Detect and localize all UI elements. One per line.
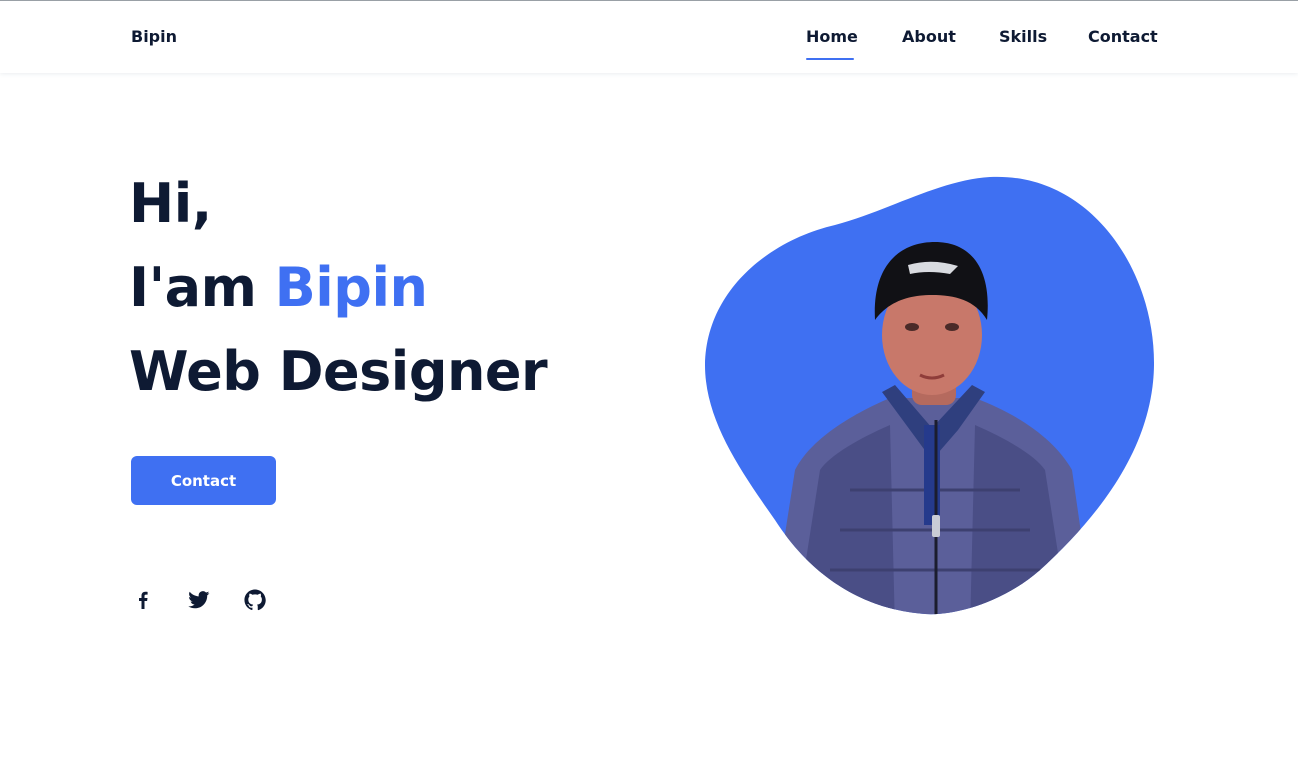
site-logo[interactable]: Bipin bbox=[131, 27, 177, 46]
nav-active-indicator bbox=[806, 58, 854, 60]
hero-intro: I'am Bipin bbox=[129, 256, 428, 319]
site-header: Bipin Home About Skills Contact bbox=[0, 1, 1298, 73]
github-icon[interactable] bbox=[243, 588, 267, 612]
nav-skills-link[interactable]: Skills bbox=[999, 27, 1047, 46]
nav-home-link[interactable]: Home bbox=[806, 27, 858, 46]
hero-greeting: Hi, bbox=[129, 172, 212, 235]
nav-about-link[interactable]: About bbox=[902, 27, 956, 46]
profile-blob bbox=[700, 170, 1160, 620]
contact-button[interactable]: Contact bbox=[131, 456, 276, 505]
hero-intro-prefix: I'am bbox=[129, 256, 275, 319]
facebook-icon[interactable] bbox=[131, 588, 155, 612]
nav-contact-link[interactable]: Contact bbox=[1088, 27, 1158, 46]
hero-role: Web Designer bbox=[129, 340, 548, 403]
hero-name: Bipin bbox=[274, 256, 428, 319]
twitter-icon[interactable] bbox=[187, 588, 211, 612]
